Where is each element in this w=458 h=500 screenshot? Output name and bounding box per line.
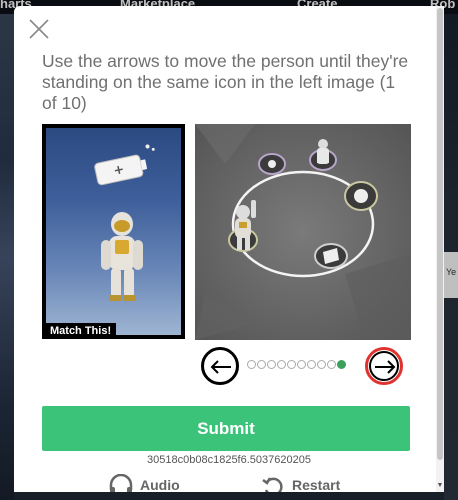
background-left-strip	[0, 14, 14, 500]
scrollbar-thumb[interactable]	[437, 8, 443, 460]
progress-dot	[307, 360, 316, 369]
next-arrow-button[interactable]	[365, 347, 403, 385]
arrow-right-icon	[375, 360, 396, 374]
progress-dots	[247, 360, 346, 372]
reference-illustration	[94, 144, 155, 301]
match-this-label: Match This!	[46, 323, 117, 339]
icon-tile-bottom-right	[314, 243, 348, 269]
battery-icon	[94, 144, 155, 186]
progress-dot	[247, 360, 256, 369]
background-tile: Ye	[444, 252, 458, 298]
audio-button[interactable]: Audio	[108, 474, 180, 492]
reference-image: Match This!	[42, 124, 185, 339]
background-right-strip: Ye	[444, 14, 458, 500]
audio-label: Audio	[140, 477, 180, 492]
progress-dot	[257, 360, 266, 369]
headphones-icon	[109, 474, 133, 492]
previous-arrow-button[interactable]	[201, 347, 239, 385]
progress-dot-active	[337, 360, 346, 369]
puzzle-illustration	[195, 124, 411, 340]
modal-scrollbar[interactable]	[436, 6, 444, 492]
progress-dot	[267, 360, 276, 369]
progress-dot	[317, 360, 326, 369]
session-id-text: 30518c0b08c1825f6.5037620205	[147, 454, 311, 466]
icon-tile-right	[344, 181, 378, 211]
puzzle-image	[195, 124, 411, 340]
arrow-left-icon	[210, 360, 231, 374]
captcha-modal: Use the arrows to move the person until …	[14, 6, 444, 492]
icon-tile-top	[258, 153, 286, 175]
restart-icon	[262, 477, 283, 492]
progress-dot	[287, 360, 296, 369]
progress-dot	[327, 360, 336, 369]
close-button[interactable]	[28, 18, 50, 40]
close-icon	[29, 19, 49, 39]
restart-label: Restart	[292, 477, 341, 492]
person-figure	[101, 212, 143, 301]
small-figure	[317, 139, 329, 164]
progress-dot	[277, 360, 286, 369]
progress-dot	[297, 360, 306, 369]
instructions-text: Use the arrows to move the person until …	[42, 51, 409, 113]
scroll-down-icon[interactable]: ▼	[436, 482, 444, 490]
submit-button[interactable]: Submit	[42, 406, 410, 451]
restart-button[interactable]: Restart	[260, 474, 340, 492]
